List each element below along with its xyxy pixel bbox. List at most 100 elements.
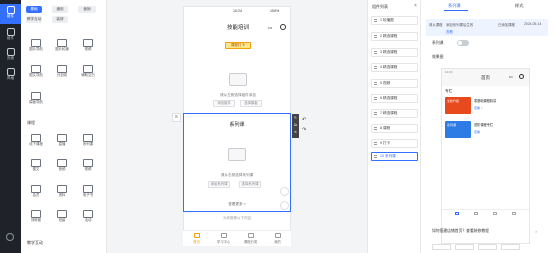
tile-ebook[interactable]: 电子书 — [79, 184, 97, 200]
component-item[interactable]: 8 课程 — [371, 124, 418, 133]
status-time: 10:24 — [233, 9, 242, 13]
preview-card: 全新升级 零基础课程精讲 查看 > — [445, 97, 526, 114]
tile-live[interactable]: 直播 — [53, 133, 71, 149]
drag-handle-icon[interactable] — [374, 66, 377, 69]
footer-action[interactable] — [478, 244, 497, 250]
tile-series[interactable]: 系列课 — [79, 133, 97, 149]
nav-item-page[interactable]: 页面 — [0, 46, 21, 66]
tile-material[interactable]: 资料 — [53, 184, 71, 200]
drag-handle-icon[interactable] — [374, 51, 377, 54]
help-question[interactable]: 如何搭建店铺首页？查看装修教程 — [432, 229, 540, 234]
tab-learning[interactable]: 学习中心 — [210, 233, 237, 244]
preview-tab-category — [491, 212, 499, 218]
lib-tab-general[interactable]: 通用 — [52, 6, 68, 13]
component-item[interactable]: 1 轮播图 — [371, 16, 418, 25]
redo-icon[interactable]: ↷ — [302, 127, 310, 133]
component-icon — [6, 6, 15, 14]
series-toggle[interactable] — [457, 40, 469, 46]
component-item[interactable]: 2 精选课程 — [371, 32, 418, 41]
info-notice: 请从课程 添加系列课后生效 已添加课程 2024-05-14 查看 — [426, 19, 548, 36]
component-item[interactable]: 7 精选课程 — [371, 109, 418, 118]
component-item-active[interactable]: 10 系列课 — [371, 152, 418, 161]
lib-tab-teaching[interactable]: 教学互动 — [26, 16, 42, 23]
tile-template-nav[interactable]: 模板导航 — [27, 91, 45, 107]
info-link[interactable]: 查看 — [446, 29, 453, 34]
selected-series-block[interactable]: 系列课 请从右侧选择系列课 添加系列课 选择系列课 查看更多 > — [183, 113, 291, 212]
tile-carousel[interactable]: 图片轮播 — [53, 38, 71, 54]
copy-icon[interactable]: ⧉ — [292, 122, 299, 128]
drag-handle-icon[interactable] — [374, 35, 377, 38]
tile-image-nav[interactable]: 图片导航 — [27, 38, 45, 54]
component-item[interactable]: 4 精选课程 — [371, 63, 418, 72]
tab-series-settings[interactable]: 系列课 — [448, 3, 461, 9]
close-icon[interactable]: × — [414, 3, 417, 9]
component-item[interactable]: 3 精选课程 — [371, 48, 418, 57]
tile-video-course[interactable]: 视频 — [79, 158, 97, 174]
nav-item-component[interactable]: 组件 — [0, 4, 21, 24]
section-title-teaching[interactable]: 教学互动 — [27, 240, 43, 246]
tile-graphic-nav[interactable]: 图文导航 — [27, 64, 45, 80]
series-empty-hint: 请从右侧选择系列课 — [220, 173, 254, 177]
component-item[interactable]: 6 精选课程 — [371, 94, 418, 103]
preview-thumb: 系列课 — [445, 121, 471, 138]
active-tab-underline — [444, 10, 468, 11]
recommend-tip: 为你推荐以下内容 — [223, 216, 251, 220]
lib-tab-marketing[interactable]: 营销 — [78, 6, 96, 13]
lib-tab-basic-2[interactable]: 装修 — [52, 16, 68, 23]
tile-class[interactable]: 班级 — [53, 209, 71, 225]
tile-article[interactable]: 图文 — [27, 158, 45, 174]
select-series-button[interactable]: 选择系列课 — [239, 181, 261, 188]
graphic-nav-icon — [31, 65, 41, 73]
drag-handle-icon[interactable] — [374, 127, 377, 130]
lib-tab-basic[interactable]: 基础 — [26, 6, 42, 13]
phone-icon[interactable] — [280, 201, 289, 210]
target-icon[interactable] — [280, 24, 286, 30]
nav-item-style[interactable]: 风格 — [0, 66, 21, 86]
footer-action[interactable] — [501, 244, 520, 250]
nav-item-settings[interactable]: 组件 — [0, 26, 21, 46]
tab-category[interactable]: 课程分类 — [237, 233, 264, 244]
tile-spacer[interactable]: 辅助空白 — [79, 64, 97, 80]
block-toolbar: ✎ ⧉ ✕ — [292, 114, 299, 138]
add-component-button[interactable]: 添加组件 — [213, 100, 235, 107]
more-icon[interactable]: ••• — [268, 25, 272, 30]
tab-style-settings[interactable]: 样式 — [515, 3, 523, 9]
drag-handle-icon[interactable] — [374, 112, 377, 115]
drag-handle-icon[interactable] — [374, 142, 377, 145]
preview-tabbar — [442, 209, 529, 221]
footer-action[interactable] — [455, 244, 474, 250]
checkin-badge[interactable]: 课程打卡 — [225, 42, 251, 49]
share-icon[interactable] — [280, 187, 289, 196]
user-icon — [274, 233, 281, 238]
component-list-panel: 组件列表 × 1 轮播图 2 精选课程 3 精选课程 4 精选课程 5 视频 6… — [367, 0, 421, 253]
section-title-course[interactable]: 课程 — [27, 120, 35, 126]
view-more-link[interactable]: 查看更多 > — [184, 202, 290, 207]
tile-camp[interactable]: 训练营 — [27, 209, 45, 225]
component-item[interactable]: 9 打卡 — [371, 139, 418, 148]
drag-handle-icon[interactable] — [374, 155, 377, 158]
audio-icon — [57, 159, 67, 167]
brush-icon — [6, 68, 15, 76]
drag-handle-icon[interactable] — [374, 82, 377, 85]
tile-audio[interactable]: 音频 — [53, 158, 71, 174]
tab-home[interactable]: 首页 — [183, 233, 210, 244]
tile-offline-course[interactable]: 线下课程 — [27, 133, 45, 149]
tile-activity[interactable]: 活动 — [79, 209, 97, 225]
page-title[interactable]: 技能培训 — [184, 23, 292, 31]
choose-template-button[interactable]: 选择模板 — [240, 100, 262, 107]
tab-mine[interactable]: 我的 — [264, 233, 291, 244]
help-icon[interactable] — [6, 233, 14, 241]
undo-icon[interactable]: ↶ — [302, 117, 310, 123]
tile-video[interactable]: 视频 — [79, 38, 97, 54]
drag-handle-icon[interactable] — [374, 19, 377, 22]
tile-divider[interactable]: 分割线 — [53, 64, 71, 80]
edit-icon[interactable]: ✎ — [292, 115, 299, 121]
collapse-icon[interactable]: ≡ — [172, 113, 181, 122]
dismiss-icon[interactable]: × — [535, 229, 537, 234]
add-series-button[interactable]: 添加系列课 — [208, 181, 230, 188]
drag-handle-icon[interactable] — [374, 97, 377, 100]
tile-member[interactable]: 会员 — [27, 184, 45, 200]
component-item[interactable]: 5 视频 — [371, 79, 418, 88]
footer-action[interactable] — [432, 244, 451, 250]
delete-icon[interactable]: ✕ — [292, 129, 299, 135]
